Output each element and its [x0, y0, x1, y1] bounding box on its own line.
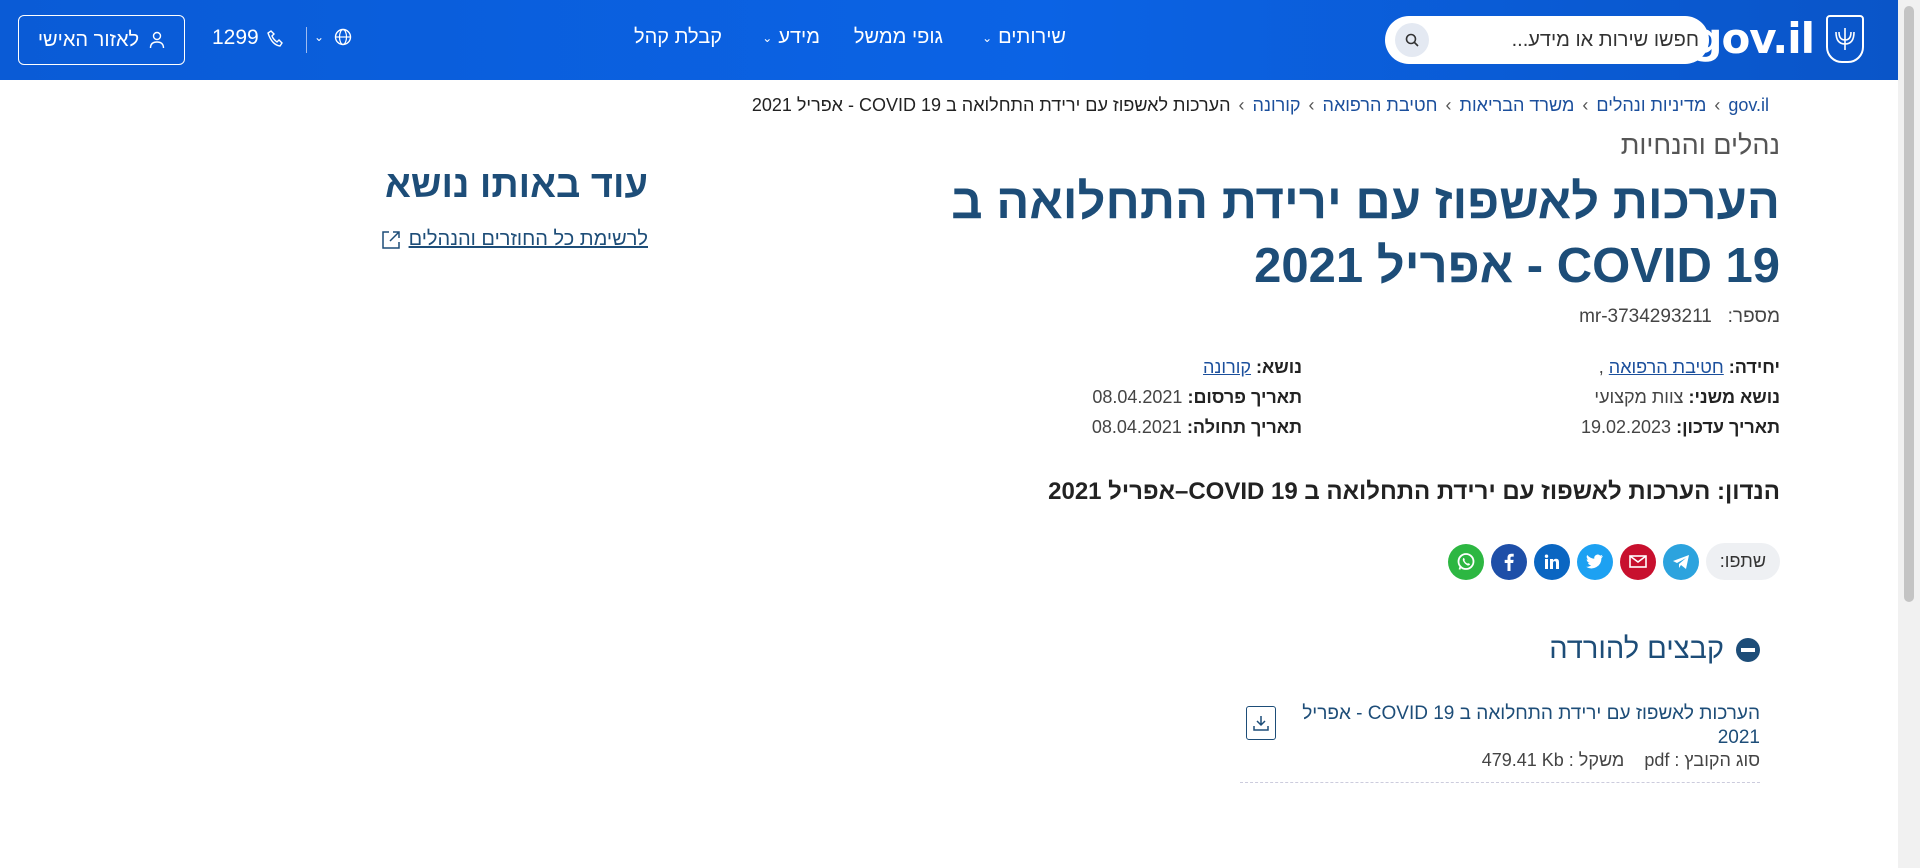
file-type-label: סוג הקובץ :	[1674, 750, 1760, 770]
logo-text: gov.il	[1692, 14, 1815, 63]
search-button[interactable]	[1395, 23, 1429, 57]
file-size-label: משקל :	[1568, 750, 1625, 770]
phone-number: 1299	[212, 26, 259, 49]
files-section-toggle[interactable]: קבצים להורדה	[1549, 633, 1760, 666]
nav-reception-label: קבלת קהל	[634, 26, 722, 48]
personal-area-button[interactable]: לאזור האישי	[18, 15, 185, 65]
topic-label: נושא:	[1256, 357, 1302, 377]
number-value: mr-3734293211	[1579, 306, 1712, 327]
topic-link[interactable]: קורונה	[1203, 357, 1251, 377]
scrollbar-thumb[interactable]	[1904, 6, 1914, 602]
meta-updated: תאריך עדכון: 19.02.2023	[1581, 412, 1780, 442]
linkedin-icon[interactable]	[1533, 543, 1570, 580]
breadcrumb: gov.il › מדיניות ונהלים › משרד הבריאות › חטיבת…	[752, 95, 1769, 116]
number-label: מספר:	[1727, 306, 1780, 327]
breadcrumb-item[interactable]: קורונה	[1253, 95, 1301, 115]
language-selector[interactable]: ⌄	[314, 28, 352, 46]
breadcrumb-item[interactable]: gov.il	[1728, 95, 1769, 115]
facebook-icon[interactable]	[1490, 543, 1527, 580]
chevron-down-icon: ⌄	[762, 30, 773, 45]
chevron-down-icon: ⌄	[314, 30, 325, 44]
breadcrumb-item[interactable]: מדיניות ונהלים	[1596, 95, 1706, 115]
nav-info-label: מידע	[778, 26, 820, 48]
unit-link[interactable]: חטיבת הרפואה	[1609, 357, 1724, 377]
file-meta: סוג הקובץ : pdf משקל : 479.41 Kb	[1482, 750, 1760, 771]
file-size-value: 479.41 Kb	[1481, 750, 1564, 770]
breadcrumb-item[interactable]: חטיבת הרפואה	[1323, 95, 1438, 115]
nav-gov-bodies-label: גופי ממשל	[853, 26, 943, 48]
search-input[interactable]	[1429, 16, 1699, 64]
subtopic-label: נושא משני:	[1688, 387, 1780, 407]
breadcrumb-item[interactable]: משרד הבריאות	[1460, 95, 1575, 115]
meta-unit: יחידה: חטיבת הרפואה ,	[1581, 352, 1780, 382]
unit-comma: ,	[1598, 357, 1604, 377]
nav-gov-bodies[interactable]: גופי ממשל	[854, 26, 943, 49]
files-heading: קבצים להורדה	[1549, 633, 1724, 665]
nav-services[interactable]: שירותים ⌄	[982, 26, 1066, 49]
document-subject: הנדון: הערכות לאשפוז עם ירידת התחלואה ב …	[1048, 478, 1780, 505]
top-header: gov.il שירותים ⌄ גופי ממשל מידע ⌄ קבלת ק…	[0, 0, 1898, 80]
govil-logo[interactable]: gov.il	[1692, 14, 1864, 63]
page-title: הערכות לאשפוז עם ירידת התחלואה ב COVID 1…	[951, 175, 1780, 293]
header-divider	[306, 27, 307, 53]
download-icon[interactable]	[1246, 706, 1276, 740]
phone-icon	[266, 30, 283, 47]
file-type-value: pdf	[1644, 750, 1670, 770]
subtopic-value: צוות מקצועי	[1594, 387, 1684, 407]
nav-services-label: שירותים	[998, 26, 1066, 48]
meta-effective: תאריך תחולה: 08.04.2021	[1092, 412, 1302, 442]
twitter-icon[interactable]	[1576, 543, 1613, 580]
effective-value: 08.04.2021	[1091, 417, 1182, 437]
breadcrumb-current: הערכות לאשפוז עם ירידת התחלואה ב COVID 1…	[751, 95, 1231, 115]
meta-published: תאריך פרסום: 08.04.2021	[1092, 382, 1302, 412]
meta-column-left: נושא: קורונה תאריך פרסום: 08.04.2021 תאר…	[1092, 352, 1302, 442]
document-number: מספר: mr-3734293211	[1579, 306, 1780, 328]
file-name-link[interactable]: הערכות לאשפוז עם ירידת התחלואה ב COVID 1…	[1290, 702, 1760, 750]
email-icon[interactable]	[1619, 543, 1656, 580]
phone-link[interactable]: 1299	[212, 26, 285, 50]
page-category: נהלים והנחיות	[1620, 130, 1780, 160]
meta-column-right: יחידה: חטיבת הרפואה , נושא משני: צוות מק…	[1581, 352, 1780, 442]
telegram-icon[interactable]	[1662, 543, 1699, 580]
breadcrumb-separator: ›	[1582, 95, 1589, 115]
effective-label: תאריך תחולה:	[1186, 417, 1302, 437]
nav-info[interactable]: מידע ⌄	[762, 26, 820, 49]
updated-label: תאריך עדכון:	[1676, 417, 1780, 437]
collapse-minus-icon	[1736, 637, 1760, 662]
meta-topic: נושא: קורונה	[1092, 352, 1302, 382]
all-circulars-link[interactable]: לרשימת כל החוזרים והנהלים	[381, 228, 648, 251]
state-emblem-icon	[1826, 14, 1864, 63]
all-circulars-label: לרשימת כל החוזרים והנהלים	[408, 228, 648, 250]
updated-value: 19.02.2023	[1580, 417, 1672, 437]
search-bar	[1385, 16, 1709, 64]
search-icon	[1405, 33, 1419, 47]
published-value: 08.04.2021	[1092, 387, 1183, 407]
share-bar: שתפו:	[1447, 543, 1780, 580]
personal-area-label: לאזור האישי	[37, 28, 140, 51]
meta-subtopic: נושא משני: צוות מקצועי	[1581, 382, 1780, 412]
related-topic-title: עוד באותו נושא	[384, 164, 648, 206]
published-label: תאריך פרסום:	[1187, 387, 1302, 407]
whatsapp-icon[interactable]	[1447, 543, 1484, 580]
breadcrumb-separator: ›	[1308, 95, 1315, 115]
user-icon	[149, 31, 165, 49]
nav-reception[interactable]: קבלת קהל	[634, 26, 722, 49]
globe-icon	[334, 28, 352, 46]
breadcrumb-separator: ›	[1714, 95, 1721, 115]
chevron-down-icon: ⌄	[982, 30, 993, 45]
breadcrumb-separator: ›	[1445, 95, 1452, 115]
file-item[interactable]: הערכות לאשפוז עם ירידת התחלואה ב COVID 1…	[1240, 700, 1760, 783]
share-label: שתפו:	[1705, 543, 1780, 580]
external-link-icon	[381, 230, 400, 249]
unit-label: יחידה:	[1728, 357, 1780, 377]
breadcrumb-separator: ›	[1238, 95, 1245, 115]
